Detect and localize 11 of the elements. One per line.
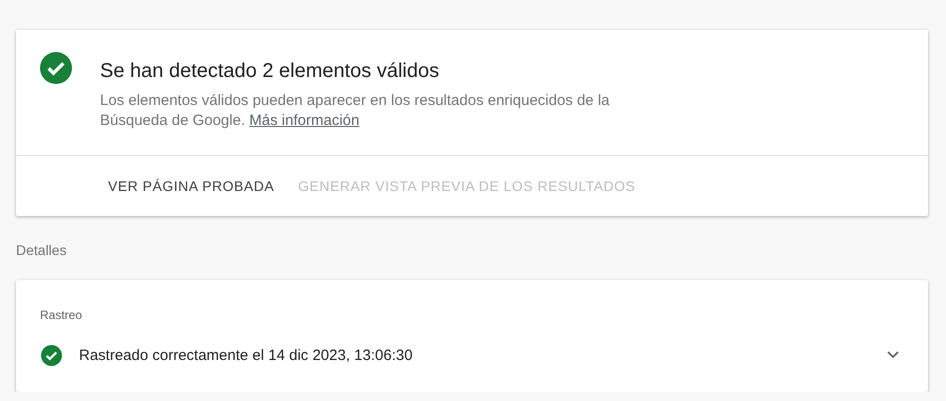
chevron-icon — [887, 351, 899, 359]
crawl-status-row[interactable]: Rastreado correctamente el 14 dic 2023, 13:06:30 — [40, 330, 904, 380]
result-title: Se han detectado 2 elementos válidos — [100, 59, 440, 83]
more-info-link[interactable]: Más información — [249, 112, 360, 129]
crawl-status-text: Rastreado correctamente el 14 dic 2023, 13:06:30 — [79, 346, 414, 364]
check-circle-icon — [40, 52, 72, 84]
check-circle-icon — [41, 344, 62, 366]
view-page-button[interactable]: VER PÁGINA PROBADA — [100, 170, 282, 202]
section-label: Rastreo — [40, 308, 82, 322]
section-heading: Detalles — [16, 242, 67, 258]
result-description: Los elementos válidos pueden aparecer en los resultados enriquecidos de la Búsqueda de Google. Más información — [100, 91, 610, 131]
